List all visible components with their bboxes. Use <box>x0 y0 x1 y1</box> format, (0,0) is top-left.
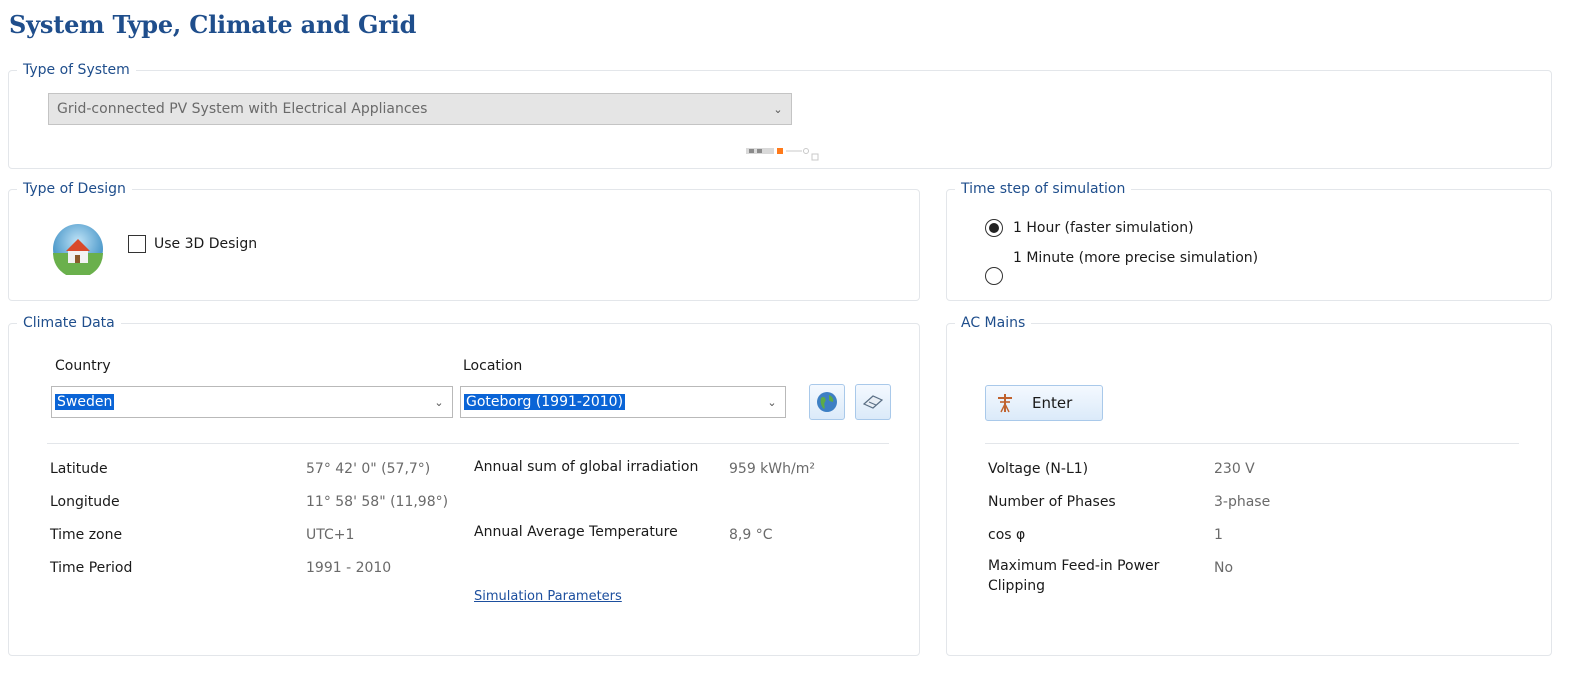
irradiation-label: Annual sum of global irradiation <box>474 459 699 475</box>
radio-1-minute-label: 1 Minute (more precise simulation) <box>1013 250 1259 266</box>
latitude-value: 57° 42' 0" (57,7°) <box>306 461 431 477</box>
use-3d-design-checkbox[interactable] <box>128 235 146 253</box>
chevron-down-icon: ⌄ <box>767 395 777 409</box>
time-step-title: Time step of simulation <box>955 180 1132 198</box>
3d-house-icon <box>53 224 103 275</box>
temperature-label: Annual Average Temperature <box>474 524 678 540</box>
phases-label: Number of Phases <box>988 494 1116 510</box>
country-value: Sweden <box>55 394 115 410</box>
edit-location-button[interactable] <box>855 384 891 420</box>
latitude-label: Latitude <box>50 461 108 477</box>
chevron-down-icon: ⌄ <box>434 395 444 409</box>
longitude-label: Longitude <box>50 494 120 510</box>
type-of-system-title: Type of System <box>17 61 136 79</box>
enter-button-label: Enter <box>1032 394 1073 412</box>
ac-mains-title: AC Mains <box>955 314 1032 332</box>
divider <box>985 443 1519 444</box>
radio-1-hour[interactable] <box>985 219 1003 237</box>
ac-mains-group: AC Mains Enter Voltage (N-L1) 230 V Numb… <box>946 314 1552 656</box>
feed-in-clipping-label: Maximum Feed-in Power Clipping <box>988 558 1160 594</box>
location-value: Goteborg (1991-2010) <box>464 394 626 410</box>
map-globe-button[interactable] <box>809 384 845 420</box>
climate-data-group: Climate Data Country Sweden ⌄ Location G… <box>8 314 920 656</box>
type-of-design-group: Type of Design Use 3D Design <box>8 180 920 301</box>
time-step-group: Time step of simulation 1 Hour (faster s… <box>946 180 1552 301</box>
radio-1-hour-label: 1 Hour (faster simulation) <box>1013 220 1194 236</box>
divider <box>47 443 889 444</box>
system-type-dropdown[interactable]: Grid-connected PV System with Electrical… <box>48 93 792 125</box>
phases-value: 3-phase <box>1214 494 1271 510</box>
globe-icon <box>817 392 837 412</box>
time-zone-value: UTC+1 <box>306 527 355 543</box>
system-schematic-icon <box>746 148 819 161</box>
voltage-value: 230 V <box>1214 461 1255 477</box>
power-pylon-icon <box>998 394 1012 413</box>
irradiation-value: 959 kWh/m² <box>729 461 815 477</box>
map-edit-icon <box>862 395 884 409</box>
enter-ac-mains-button[interactable]: Enter <box>985 385 1103 421</box>
country-dropdown[interactable]: Sweden ⌄ <box>51 386 453 418</box>
voltage-label: Voltage (N-L1) <box>988 461 1089 477</box>
cos-phi-value: 1 <box>1214 527 1223 543</box>
chevron-down-icon: ⌄ <box>773 102 783 116</box>
location-dropdown[interactable]: Goteborg (1991-2010) ⌄ <box>460 386 786 418</box>
time-zone-label: Time zone <box>50 527 123 543</box>
radio-1-minute[interactable] <box>985 267 1003 285</box>
time-period-value: 1991 - 2010 <box>306 560 392 576</box>
climate-data-title: Climate Data <box>17 314 121 332</box>
type-of-design-title: Type of Design <box>17 180 132 198</box>
feed-in-clipping-value: No <box>1214 560 1234 576</box>
cos-phi-label: cos φ <box>988 527 1026 543</box>
location-label: Location <box>463 358 523 374</box>
use-3d-design-label: Use 3D Design <box>154 236 258 252</box>
page-title: System Type, Climate and Grid <box>9 10 417 39</box>
type-of-system-group: Type of System Grid-connected PV System … <box>8 61 1552 169</box>
country-label: Country <box>55 358 111 374</box>
temperature-value: 8,9 °C <box>729 527 773 543</box>
simulation-parameters-link[interactable]: Simulation Parameters <box>474 589 622 604</box>
system-type-value: Grid-connected PV System with Electrical… <box>57 101 428 117</box>
time-period-label: Time Period <box>50 560 133 576</box>
longitude-value: 11° 58' 58" (11,98°) <box>306 494 449 510</box>
